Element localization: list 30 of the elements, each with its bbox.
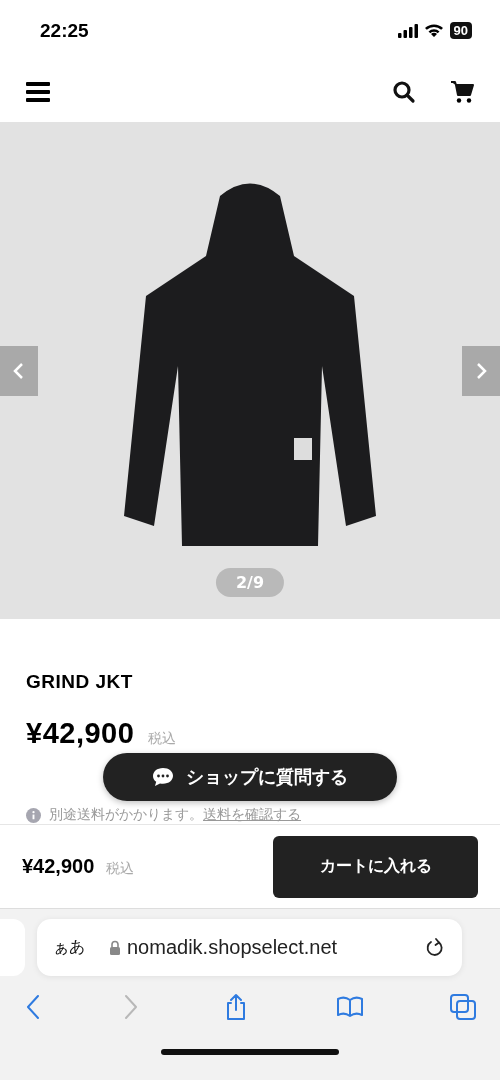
back-button[interactable]	[26, 994, 40, 1021]
ask-shop-button[interactable]: ショップに質問する	[103, 753, 397, 801]
status-time: 22:25	[40, 19, 89, 42]
shipping-note: 別途送料がかかります。送料を確認する	[49, 806, 301, 825]
bar-price: ¥42,900	[22, 855, 95, 879]
chevron-left-icon	[12, 361, 26, 380]
tabs-button[interactable]	[448, 992, 478, 1023]
battery-indicator: 90	[449, 22, 472, 40]
signal-icon	[397, 23, 418, 38]
back-chevron-icon	[26, 994, 40, 1021]
next-image-button[interactable]	[462, 345, 500, 396]
chevron-right-icon	[474, 361, 488, 380]
forward-chevron-icon	[123, 994, 138, 1021]
bar-tax-note: 税込	[106, 860, 135, 879]
product-name: GRIND JKT	[26, 671, 134, 694]
address-bar[interactable]: ぁあ nomadik.shopselect.net	[37, 919, 462, 977]
tax-note: 税込	[148, 730, 177, 749]
tabs-icon	[448, 992, 478, 1023]
cart-icon[interactable]	[450, 79, 474, 104]
lock-icon	[109, 940, 121, 956]
url-text: nomadik.shopselect.net	[127, 936, 339, 960]
image-counter: 2/9	[215, 568, 285, 598]
menu-icon[interactable]	[26, 81, 50, 102]
wifi-icon	[423, 23, 444, 39]
text-size-button[interactable]: ぁあ	[53, 937, 85, 959]
search-icon[interactable]	[392, 79, 416, 104]
add-to-cart-button[interactable]: カートに入れる	[273, 835, 478, 898]
previous-image-button[interactable]	[0, 345, 38, 396]
product-price: ¥42,900	[26, 717, 135, 751]
chat-bubble-icon	[152, 767, 174, 787]
